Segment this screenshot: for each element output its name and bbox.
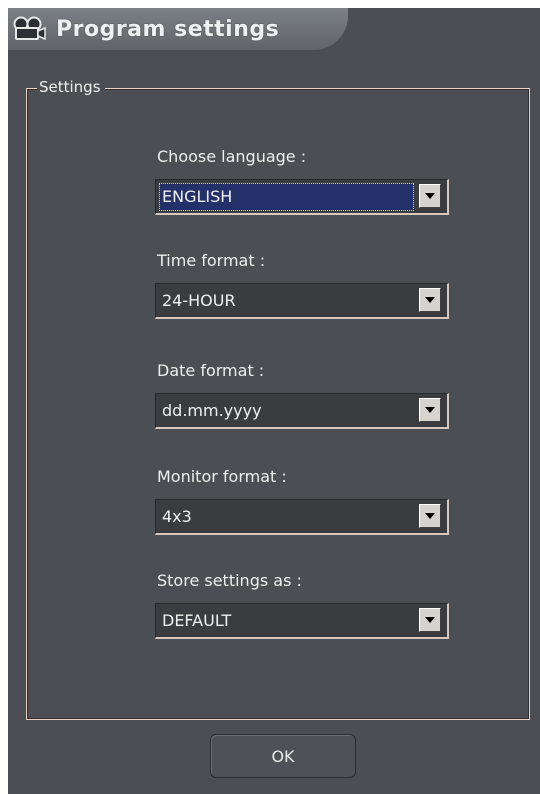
date-format-label: Date format : bbox=[157, 361, 265, 380]
date-format-value: dd.mm.yyyy bbox=[162, 401, 262, 420]
camera-icon bbox=[13, 16, 46, 41]
monitor-format-select[interactable]: 4x3 bbox=[155, 499, 449, 535]
program-settings-window: Program settings Settings Choose languag… bbox=[8, 8, 540, 794]
language-select[interactable]: ENGLISH bbox=[155, 179, 449, 215]
chevron-down-icon[interactable] bbox=[419, 608, 441, 632]
language-value: ENGLISH bbox=[159, 183, 414, 211]
chevron-down-icon[interactable] bbox=[419, 504, 441, 528]
settings-legend: Settings bbox=[37, 78, 105, 96]
store-settings-value: DEFAULT bbox=[162, 611, 232, 630]
window-title: Program settings bbox=[56, 16, 280, 42]
date-format-select[interactable]: dd.mm.yyyy bbox=[155, 393, 449, 429]
store-settings-select[interactable]: DEFAULT bbox=[155, 603, 449, 639]
monitor-format-value: 4x3 bbox=[162, 507, 192, 526]
time-format-select[interactable]: 24-HOUR bbox=[155, 283, 449, 319]
chevron-down-icon[interactable] bbox=[419, 398, 441, 422]
settings-groupbox: Settings Choose language : ENGLISH Time … bbox=[26, 78, 530, 720]
language-label: Choose language : bbox=[157, 147, 307, 166]
title-bar: Program settings bbox=[8, 8, 348, 50]
chevron-down-icon[interactable] bbox=[419, 184, 441, 208]
time-format-value: 24-HOUR bbox=[162, 291, 236, 310]
monitor-format-label: Monitor format : bbox=[157, 467, 287, 486]
time-format-label: Time format : bbox=[157, 251, 266, 270]
ok-button[interactable]: OK bbox=[210, 734, 356, 778]
chevron-down-icon[interactable] bbox=[419, 288, 441, 312]
store-settings-label: Store settings as : bbox=[157, 571, 302, 590]
